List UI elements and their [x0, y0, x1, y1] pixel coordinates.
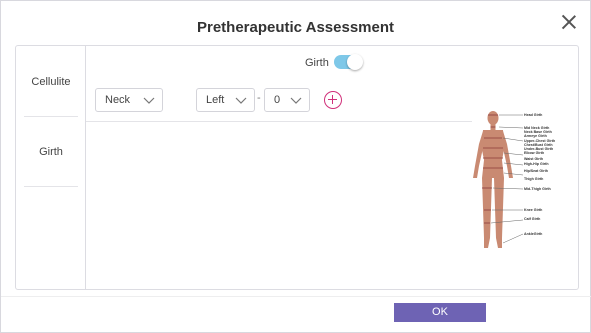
body-figure	[473, 111, 513, 248]
sidebar-item-cellulite[interactable]: Cellulite	[24, 76, 78, 88]
side-select[interactable]: Left	[196, 88, 255, 112]
sidebar-item-girth[interactable]: Girth	[24, 146, 78, 158]
girth-toggle-label: Girth	[305, 57, 329, 69]
toggle-knob	[347, 54, 363, 70]
body-girth-diagram: Head Girth Mid Neck Girth Neck Base Girt…	[473, 111, 555, 248]
elbow-girth-label: Elbow Girth	[524, 151, 544, 155]
value-select-value: 0	[274, 94, 281, 106]
high-hip-girth-label: High-Hip Girth	[524, 162, 549, 166]
head-girth-label: Head Girth	[524, 113, 542, 117]
girth-toggle[interactable]	[334, 54, 363, 70]
category-sidebar: Cellulite Girth	[16, 46, 86, 289]
sidebar-divider	[24, 116, 78, 117]
separator-dash: -	[257, 92, 261, 104]
girth-labels: Head Girth Mid Neck Girth Neck Base Girt…	[524, 113, 555, 236]
area-select[interactable]: Neck	[95, 88, 163, 112]
dialog-title: Pretherapeutic Assessment	[196, 19, 395, 36]
calf-girth-label: Calf Girth	[524, 217, 540, 221]
ankle-girth-label: AnkleGirth	[524, 232, 542, 236]
armeye-girth-label: Armeye Girth	[524, 134, 547, 138]
chevron-down-icon	[143, 97, 155, 104]
ok-button[interactable]: OK	[394, 303, 486, 322]
hip-seat-girth-label: Hip/Seat Girth	[524, 169, 548, 173]
girth-content: Girth Neck - Left 0 Head Girth Mid Neck …	[86, 46, 578, 289]
value-select[interactable]: 0	[264, 88, 310, 112]
chevron-down-icon	[290, 97, 302, 104]
thigh-girth-label: Thigh Girth	[524, 177, 543, 181]
area-select-value: Neck	[105, 94, 131, 106]
add-measurement-button[interactable]	[324, 91, 342, 109]
sidebar-divider	[24, 186, 78, 187]
mid-thigh-girth-label: Mid-Thigh Girth	[524, 187, 551, 191]
chevron-down-icon	[235, 97, 247, 104]
side-select-value: Left	[206, 94, 225, 106]
close-icon[interactable]	[560, 13, 578, 31]
footer-divider	[1, 296, 591, 297]
row-divider	[86, 121, 472, 122]
waist-girth-label: Waist Girth	[524, 157, 543, 161]
assessment-dialog: Pretherapeutic Assessment Cellulite Girt…	[0, 0, 591, 333]
knee-girth-label: Knee Girth	[524, 208, 542, 212]
assessment-panel: Cellulite Girth Girth Neck - Left 0 Head…	[15, 45, 579, 290]
